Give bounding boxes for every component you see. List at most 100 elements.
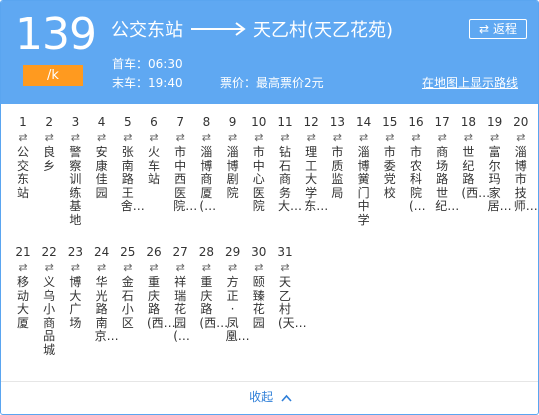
swap-arrows-icon: ⇄ (175, 131, 185, 144)
swap-arrows-icon: ⇄ (280, 261, 290, 274)
stop-item[interactable]: 4 ⇄ 安康佳园 (89, 114, 115, 244)
swap-arrows-icon: ⇄ (489, 131, 500, 144)
stop-item[interactable]: 10 ⇄ 市中心医院 (246, 114, 272, 244)
stop-name: 理工大学东… (304, 145, 329, 213)
stop-row: 1 ⇄ 公交东站 2 ⇄ 良乡 3 ⇄ 警察训练基地 4 ⇄ 安康佳园 5 ⇄ 张南路王舍… 6 ⇄ 火车站 7 ⇄ 市… (10, 114, 538, 244)
swap-arrows-icon: ⇄ (201, 261, 211, 274)
stop-number: 23 (67, 245, 84, 259)
swap-arrows-icon: ⇄ (463, 131, 473, 144)
stop-number: 9 (228, 115, 237, 129)
swap-arrows-icon: ⇄ (70, 261, 80, 274)
stop-number: 1 (19, 115, 27, 129)
fare-info: 票价：最高票价2元 (220, 76, 324, 90)
swap-arrows-icon: ⇄ (149, 261, 159, 274)
stop-item[interactable]: 13 ⇄ 市质监局 (324, 114, 350, 244)
origin-stop: 公交东站 (111, 20, 183, 41)
stop-name: 金石小区 (121, 275, 134, 330)
swap-arrows-icon: ⇄ (332, 131, 342, 144)
stop-item[interactable]: 31 ⇄ 天乙村(天… (272, 244, 307, 374)
stop-name: 义乌小商品城 (43, 275, 56, 357)
stop-item[interactable]: 8 ⇄ 淄博商厦(… (193, 114, 219, 244)
route-direction: 公交东站 天乙村(天乙花苑) (111, 15, 393, 43)
stop-item[interactable]: 20 ⇄ 淄博市技师… (508, 114, 538, 244)
stop-name: 张南路王舍… (120, 145, 145, 213)
stop-item[interactable]: 22 ⇄ 义乌小商品城 (36, 244, 62, 374)
swap-arrows-icon: ⇄ (411, 131, 421, 144)
stop-name: 商场路世纪… (435, 145, 460, 213)
stop-name: 市农科院(… (409, 145, 426, 213)
swap-arrows-icon: ⇄ (175, 261, 185, 274)
stop-row: 21 ⇄ 移动大厦 22 ⇄ 义乌小商品城 23 ⇄ 博大广场 24 ⇄ 华光路南京… 25 ⇄ 金石小区 2… (10, 244, 534, 374)
stop-item[interactable]: 21 ⇄ 移动大厦 (10, 244, 36, 374)
stop-item[interactable]: 17 ⇄ 商场路世纪… (429, 114, 460, 244)
swap-arrows-icon: ⇄ (18, 131, 28, 144)
stop-item[interactable]: 14 ⇄ 淄博黉门中学 (351, 114, 377, 244)
swap-arrows-icon: ⇄ (96, 261, 107, 274)
stop-name: 博大广场 (69, 275, 82, 330)
divider (1, 381, 538, 382)
long-right-arrow-icon (191, 22, 247, 36)
stop-item[interactable]: 16 ⇄ 市农科院(… (403, 114, 429, 244)
stop-item[interactable]: 27 ⇄ 祥瑞花园(… (167, 244, 193, 374)
stop-name: 公交东站 (16, 145, 29, 200)
stop-item[interactable]: 28 ⇄ 重庆路(西… (193, 244, 228, 374)
stop-item[interactable]: 18 ⇄ 世纪路(西… (455, 114, 490, 244)
stop-name: 华光路南京… (94, 275, 119, 343)
stop-number: 19 (486, 115, 503, 129)
stop-number: 25 (120, 245, 136, 259)
stop-number: 5 (123, 115, 132, 129)
stop-item[interactable]: 23 ⇄ 博大广场 (62, 244, 88, 374)
stop-item[interactable]: 29 ⇄ 方正·凤凰… (220, 244, 250, 374)
swap-arrows-icon: ⇄ (358, 131, 369, 144)
stop-name: 颐臻花园 (252, 275, 265, 330)
first-bus-time: 首车：06:30 (112, 57, 183, 71)
stop-name: 祥瑞花园(… (173, 275, 190, 343)
stop-number: 14 (355, 115, 372, 129)
swap-arrows-icon: ⇄ (70, 131, 80, 144)
stop-item[interactable]: 9 ⇄ 淄博剧院 (220, 114, 246, 244)
stop-item[interactable]: 6 ⇄ 火车站 (141, 114, 167, 244)
stop-item[interactable]: 19 ⇄ 富尔玛家居… (482, 114, 512, 244)
stop-number: 3 (71, 115, 80, 129)
stop-number: 29 (224, 245, 241, 259)
stop-item[interactable]: 24 ⇄ 华光路南京… (89, 244, 119, 374)
stop-item[interactable]: 3 ⇄ 警察训练基地 (62, 114, 88, 244)
stop-number: 20 (513, 115, 529, 129)
swap-arrows-icon: ⇄ (227, 131, 238, 144)
stop-item[interactable]: 26 ⇄ 重庆路(西… (141, 244, 175, 374)
stop-name: 市质监局 (331, 145, 344, 200)
stop-item[interactable]: 15 ⇄ 市委党校 (377, 114, 403, 244)
swap-arrows-icon: ⇄ (385, 131, 395, 144)
stop-item[interactable]: 1 ⇄ 公交东站 (10, 114, 36, 244)
swap-arrows-icon: ⇄ (280, 131, 290, 144)
stop-item[interactable]: 11 ⇄ 钻石商务大… (272, 114, 302, 244)
chevron-up-icon (281, 385, 292, 411)
route-number: 139 (15, 9, 97, 60)
stop-name: 市中西医院… (173, 145, 198, 213)
stop-item[interactable]: 7 ⇄ 市中西医院… (167, 114, 198, 244)
stop-item[interactable]: 2 ⇄ 良乡 (36, 114, 62, 244)
stop-name: 淄博市技师… (513, 145, 538, 213)
collapse-button[interactable]: 收起 (1, 384, 538, 411)
swap-arrows-icon: ⇄ (96, 131, 107, 144)
stop-item[interactable]: 30 ⇄ 颐臻花园 (246, 244, 272, 374)
swap-arrows-icon: ⇄ (254, 261, 264, 274)
collapse-label: 收起 (249, 390, 274, 404)
stop-item[interactable]: 5 ⇄ 张南路王舍… (115, 114, 145, 244)
fare-badge: /k (23, 65, 83, 86)
stop-item[interactable]: 25 ⇄ 金石小区 (115, 244, 141, 374)
swap-arrows-icon: ⇄ (227, 261, 238, 274)
stop-name: 安康佳园 (95, 145, 108, 200)
stop-name: 天乙村(天… (278, 275, 307, 330)
swap-arrows-icon: ⇄ (123, 131, 133, 144)
stop-number: 8 (202, 115, 211, 129)
stop-number: 26 (146, 245, 162, 259)
stop-number: 11 (277, 115, 293, 129)
show-route-on-map-link[interactable]: 在地图上显示路线 (422, 74, 518, 91)
return-trip-button[interactable]: ⇄ 返程 (469, 19, 527, 39)
stop-number: 13 (329, 115, 346, 129)
stop-number: 2 (45, 115, 53, 129)
stop-name: 淄博商厦(… (199, 145, 217, 213)
stop-number: 7 (176, 115, 184, 129)
stop-item[interactable]: 12 ⇄ 理工大学东… (298, 114, 329, 244)
